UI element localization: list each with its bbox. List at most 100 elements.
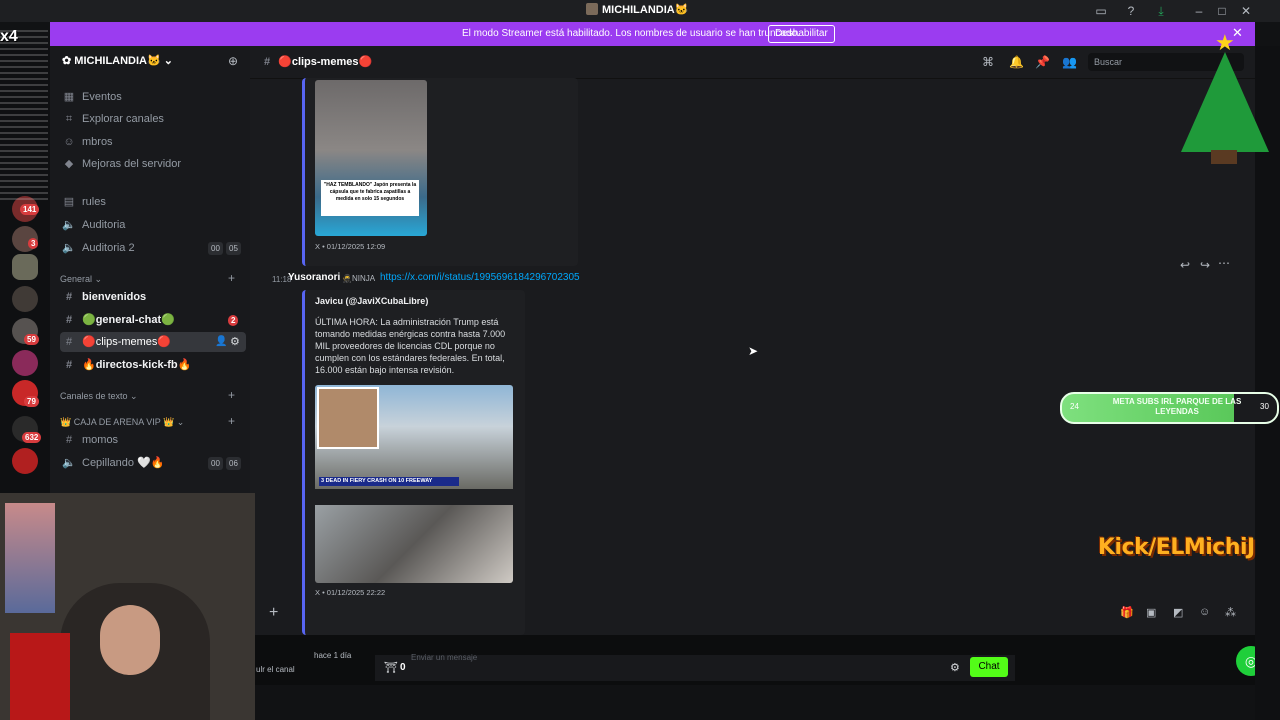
- hash-icon: #: [264, 56, 271, 68]
- chat-settings-icon[interactable]: ⚙: [950, 661, 960, 674]
- sidebar-item-members[interactable]: ☺ mbros: [60, 132, 246, 152]
- embed-image[interactable]: 3 DEAD IN FIERY CRASH ON 10 FREEWAY: [315, 385, 513, 489]
- embed-card: "HAZ TEMBLANDO" Japón presenta la cápsul…: [302, 78, 578, 266]
- help-icon[interactable]: ?: [1122, 2, 1140, 20]
- channel-cepillando[interactable]: 🔈 Cepillando 🤍🔥 00 06: [60, 453, 246, 473]
- sticker-icon[interactable]: ◩: [1173, 606, 1183, 619]
- kick-handle-overlay: Kick/ELMichiJ: [1098, 535, 1255, 560]
- channel-general-chat[interactable]: # 🟢general-chat🟢 2: [60, 310, 246, 330]
- server-name[interactable]: ✿ MICHILANDIA🐱 ⌄: [62, 54, 173, 67]
- embed-image[interactable]: [315, 505, 513, 583]
- download-icon[interactable]: ⤓: [1152, 2, 1170, 20]
- channel-auditoria[interactable]: 🔈 Auditoria: [60, 215, 246, 235]
- mention-badge: 59: [24, 334, 39, 345]
- add-channel-icon[interactable]: +: [228, 414, 235, 428]
- sub-goal-bar: 24 META SUBS IRL PARQUE DE LAS LEYENDAS …: [1060, 392, 1279, 424]
- channel-clips-memes[interactable]: # 🔴clips-memes🔴 👤 ⚙: [60, 332, 246, 352]
- mugshot: [317, 387, 379, 449]
- speaker-icon: 🔈: [62, 457, 76, 469]
- invite-icon[interactable]: ⊕: [228, 54, 238, 68]
- channel-header: # 🔴clips-memes🔴 ⌘ 🔔 📌 👥 Buscar: [250, 46, 1255, 79]
- hash-icon: #: [65, 434, 73, 446]
- sidebar-item-boosts[interactable]: ◆ Mejoras del servidor: [60, 154, 246, 174]
- embed-author[interactable]: Javicu (@JaviXCubaLibre): [315, 296, 428, 306]
- mention-badge: 141: [20, 204, 40, 215]
- members-icon: ☺: [63, 136, 75, 148]
- server-icon[interactable]: [12, 448, 38, 474]
- gear-icon[interactable]: ⚙: [230, 332, 240, 352]
- poster: [5, 503, 55, 613]
- forward-icon[interactable]: ↪: [1200, 258, 1210, 272]
- title-bar: MICHILANDIA🐱 ▭ ? ⤓ – □ ✕: [0, 0, 1280, 22]
- close-icon[interactable]: ✕: [1237, 2, 1255, 20]
- add-attachment-icon[interactable]: +: [269, 604, 278, 622]
- boost-icon: ◆: [64, 158, 74, 170]
- reply-icon[interactable]: ↩: [1180, 258, 1190, 272]
- more-icon[interactable]: ⋯: [1218, 256, 1230, 270]
- voice-limit: 06: [226, 457, 241, 470]
- maximize-icon[interactable]: □: [1213, 2, 1231, 20]
- category-general[interactable]: General ⌄: [60, 274, 102, 285]
- members-icon[interactable]: 👥: [1062, 55, 1077, 69]
- tree-icon: [1181, 52, 1269, 152]
- pin-icon[interactable]: 📌: [1035, 55, 1050, 69]
- server-icon[interactable]: [12, 286, 38, 312]
- embed-footer: X • 01/12/2025 12:09: [315, 242, 386, 251]
- sidebar-item-events[interactable]: ▦ Eventos: [60, 87, 246, 107]
- add-channel-icon[interactable]: +: [228, 271, 235, 285]
- message-link[interactable]: https://x.com/i/status/19956961842967023…: [380, 272, 580, 283]
- voice-count: 00: [208, 457, 223, 470]
- christmas-tree-overlay: ★: [1175, 30, 1275, 165]
- server-avatar: [586, 3, 598, 15]
- window-title: MICHILANDIA🐱: [586, 3, 688, 16]
- channel-rules[interactable]: ▤ rules: [60, 192, 246, 212]
- message-author[interactable]: Yusoranori: [288, 272, 340, 283]
- voice-count: 00: [208, 242, 223, 255]
- channel-bienvenidos[interactable]: # bienvenidos: [60, 287, 246, 307]
- add-member-icon[interactable]: 👤: [215, 332, 227, 352]
- apps-icon[interactable]: ⁂: [1225, 606, 1236, 619]
- embed-footer: X • 01/12/2025 22:22: [315, 588, 386, 597]
- channel-momos[interactable]: # momos: [60, 430, 246, 450]
- voice-limit: 05: [226, 242, 241, 255]
- bell-icon[interactable]: 🔔: [1009, 55, 1024, 69]
- channel-directos-kick-fb[interactable]: # 🔥directos-kick-fb🔥: [60, 355, 246, 375]
- category-text-channels[interactable]: Canales de texto ⌄: [60, 391, 138, 402]
- stream-chat-overlay: [0, 30, 48, 200]
- webcam-overlay: [0, 493, 255, 720]
- rules-icon: ▤: [63, 196, 75, 208]
- channel-auditoria-2[interactable]: 🔈 Auditoria 2 00 05: [60, 238, 246, 258]
- speaker-icon: 🔈: [62, 219, 76, 231]
- hash-icon: #: [65, 291, 73, 303]
- sidebar-item-browse-channels[interactable]: ⌗ Explorar canales: [60, 109, 246, 129]
- last-seen: hace 1 día: [314, 651, 352, 660]
- embed-card: Javicu (@JaviXCubaLibre) ÚLTIMA HORA: La…: [302, 290, 525, 635]
- gift-icon[interactable]: 🎁: [1120, 606, 1134, 619]
- category-vip[interactable]: 👑 CAJA DE ARENA VIP 👑 ⌄: [60, 417, 184, 428]
- goal-target: 30: [1260, 402, 1269, 411]
- points-count: 0: [400, 662, 406, 673]
- unread-badge: 2: [228, 315, 239, 326]
- disable-button[interactable]: Deshabilitar: [768, 25, 835, 43]
- chat-send-button[interactable]: Chat: [970, 657, 1008, 677]
- channel-hint: ulr el canal: [256, 665, 295, 674]
- hash-icon: #: [65, 314, 73, 326]
- streamer-mode-banner: El modo Streamer está habilitado. Los no…: [50, 22, 1255, 46]
- emoji-icon[interactable]: ☺: [1199, 606, 1210, 618]
- points-icon[interactable]: ⛩: [384, 661, 398, 674]
- embed-image[interactable]: "HAZ TEMBLANDO" Japón presenta la cápsul…: [315, 80, 427, 236]
- mention-badge: 79: [24, 396, 39, 407]
- gif-icon[interactable]: ▣: [1146, 606, 1156, 619]
- goal-text: META SUBS IRL PARQUE DE LAS LEYENDAS: [1112, 397, 1242, 416]
- server-icon-active[interactable]: [12, 254, 38, 280]
- mouse-cursor: ➤: [748, 344, 759, 358]
- inbox-icon[interactable]: ▭: [1092, 2, 1110, 20]
- minimize-icon[interactable]: –: [1190, 2, 1208, 20]
- server-icon[interactable]: [12, 350, 38, 376]
- composer-toolbar: + 🎁 ▣ ◩ ☺ ⁂: [255, 600, 1255, 630]
- threads-icon[interactable]: ⌘: [982, 55, 994, 69]
- speaker-icon: 🔈: [62, 242, 76, 254]
- kick-chat-input[interactable]: Enviar un mensaje: [375, 653, 1015, 681]
- add-channel-icon[interactable]: +: [228, 388, 235, 402]
- mention-badge: 3: [28, 238, 39, 249]
